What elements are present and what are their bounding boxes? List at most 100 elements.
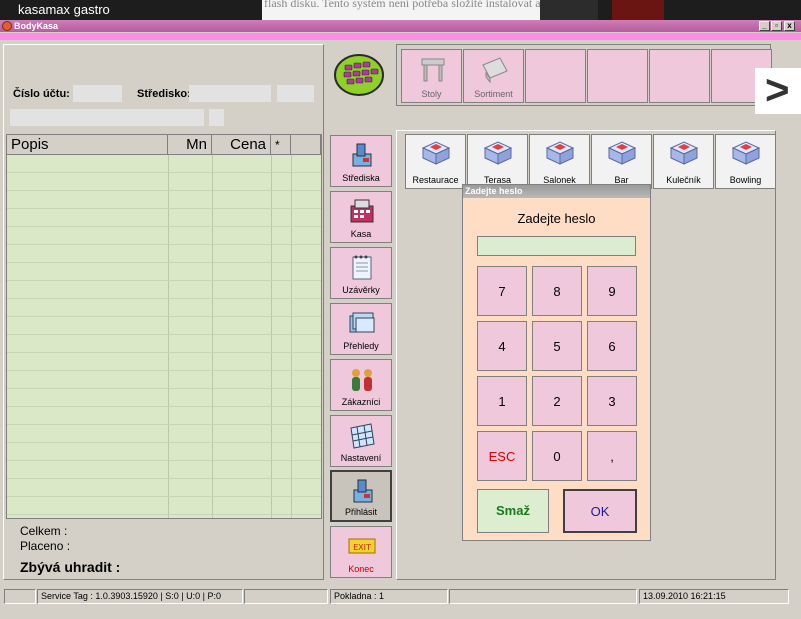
- keypad-key[interactable]: 8: [532, 266, 582, 316]
- amount-due-label: Zbývá uhradit :: [20, 559, 121, 575]
- table-row: [7, 316, 321, 317]
- toolbar-button-1[interactable]: Stoly: [401, 49, 462, 103]
- keypad-key[interactable]: 2: [532, 376, 582, 426]
- table-row: [7, 460, 321, 461]
- menu-button-label: Přehledy: [343, 341, 379, 351]
- room-button[interactable]: Terasa: [467, 134, 528, 189]
- table-row: [7, 424, 321, 425]
- table-row: [7, 208, 321, 209]
- delete-button[interactable]: Smaž: [477, 489, 549, 533]
- room-label: Restaurace: [412, 175, 459, 185]
- menu-button-střediska[interactable]: Střediska: [330, 135, 392, 187]
- room-button[interactable]: Bar: [591, 134, 652, 189]
- status-cell-empty: [4, 589, 36, 604]
- table-row: [7, 514, 321, 515]
- room-icon: [669, 140, 699, 166]
- center-field[interactable]: [189, 85, 271, 102]
- cash-register-icon: [347, 196, 377, 226]
- keypad-key[interactable]: 4: [477, 321, 527, 371]
- menu-button-label: Zákazníci: [341, 397, 381, 407]
- keypad-key[interactable]: 5: [532, 321, 582, 371]
- table-row: [7, 244, 321, 245]
- room-button[interactable]: Restaurace: [405, 134, 466, 189]
- room-icon: [545, 140, 575, 166]
- keypad-key[interactable]: 6: [587, 321, 637, 371]
- keypad-key[interactable]: 9: [587, 266, 637, 316]
- table-row: [7, 388, 321, 389]
- table-row: [7, 370, 321, 371]
- notebook-icon: [347, 252, 377, 282]
- column-header-spacer: [291, 135, 321, 155]
- menu-button-label: Přihlásit: [344, 507, 377, 517]
- video-caption-strip: flash disku. Tento systém není potřeba s…: [0, 0, 801, 20]
- room-button[interactable]: Bowling: [715, 134, 776, 189]
- background-document: flash disku. Tento systém není potřeba s…: [262, 0, 544, 20]
- total-label: Celkem :: [20, 524, 68, 538]
- column-header-price[interactable]: Cena: [212, 135, 271, 155]
- menu-button-přehledy[interactable]: Přehledy: [330, 303, 392, 355]
- assortment-icon: [480, 55, 510, 84]
- table-row: [7, 262, 321, 263]
- keypad-key[interactable]: 3: [587, 376, 637, 426]
- menu-button-zákazníci[interactable]: Zákazníci: [330, 359, 392, 411]
- customer-code-field[interactable]: [209, 109, 224, 126]
- background-image: [540, 0, 598, 20]
- room-label: Kulečník: [666, 175, 701, 185]
- account-number-field[interactable]: [73, 85, 122, 102]
- column-divider: [291, 155, 292, 518]
- table-row: [7, 478, 321, 479]
- table-icon: [418, 55, 448, 83]
- menu-button-kasa[interactable]: Kasa: [330, 191, 392, 243]
- dialog-heading: Zadejte heslo: [517, 211, 596, 226]
- password-input[interactable]: [477, 236, 636, 256]
- window-title: BodyKasa: [14, 21, 59, 31]
- toolbar-button-label: Stoly: [421, 89, 442, 99]
- app-icon: [2, 21, 12, 31]
- column-header-flag[interactable]: *: [271, 135, 291, 155]
- menu-button-label: Kasa: [350, 229, 372, 239]
- room-button[interactable]: Kulečník: [653, 134, 714, 189]
- keypad-key[interactable]: ,: [587, 431, 637, 481]
- toolbar-button-4[interactable]: [587, 49, 648, 103]
- close-button[interactable]: x: [784, 21, 795, 31]
- toolbar-button-label: Sortiment: [474, 89, 513, 99]
- status-cell-empty: [244, 589, 328, 604]
- toolbar-button-2[interactable]: Sortiment: [463, 49, 524, 103]
- settings-grid-icon: [347, 420, 377, 450]
- register-icon: [347, 140, 377, 170]
- table-row: [7, 406, 321, 407]
- menu-button-přihlásit[interactable]: Přihlásit: [330, 470, 392, 522]
- menu-button-nastavení[interactable]: Nastavení: [330, 415, 392, 467]
- menu-button-label: Konec: [348, 564, 374, 574]
- account-label: Číslo účtu:: [13, 88, 70, 100]
- restore-button[interactable]: ▫: [771, 21, 782, 31]
- keypad-key[interactable]: 0: [532, 431, 582, 481]
- customers-icon: [347, 364, 377, 394]
- room-button[interactable]: Salonek: [529, 134, 590, 189]
- next-page-button[interactable]: >: [755, 66, 801, 114]
- toolbar-button-3[interactable]: [525, 49, 586, 103]
- exit-icon: EXIT: [347, 531, 377, 561]
- menu-button-uzávěrky[interactable]: Uzávěrky: [330, 247, 392, 299]
- keypad-key[interactable]: 7: [477, 266, 527, 316]
- menu-button-label: Uzávěrky: [342, 285, 380, 295]
- toolbar-button-5[interactable]: [649, 49, 710, 103]
- menu-button-konec[interactable]: EXIT Konec: [330, 526, 392, 578]
- keypad-key[interactable]: 1: [477, 376, 527, 426]
- room-icon: [421, 140, 451, 166]
- table-row: [7, 334, 321, 335]
- room-label: Bowling: [729, 175, 762, 185]
- room-icon: [731, 140, 761, 166]
- ok-button[interactable]: OK: [563, 489, 637, 533]
- customer-field[interactable]: [10, 109, 204, 126]
- keypad-key[interactable]: ESC: [477, 431, 527, 481]
- table-row: [7, 298, 321, 299]
- column-header-quantity[interactable]: Mn: [168, 135, 212, 155]
- column-header-description[interactable]: Popis: [7, 135, 168, 155]
- table-row: [7, 172, 321, 173]
- center-code-field[interactable]: [277, 85, 314, 102]
- menu-button-label: Nastavení: [340, 453, 382, 463]
- order-items-table[interactable]: Popis Mn Cena *: [6, 134, 322, 519]
- status-cell-empty: [449, 589, 637, 604]
- minimize-button[interactable]: _: [759, 21, 770, 31]
